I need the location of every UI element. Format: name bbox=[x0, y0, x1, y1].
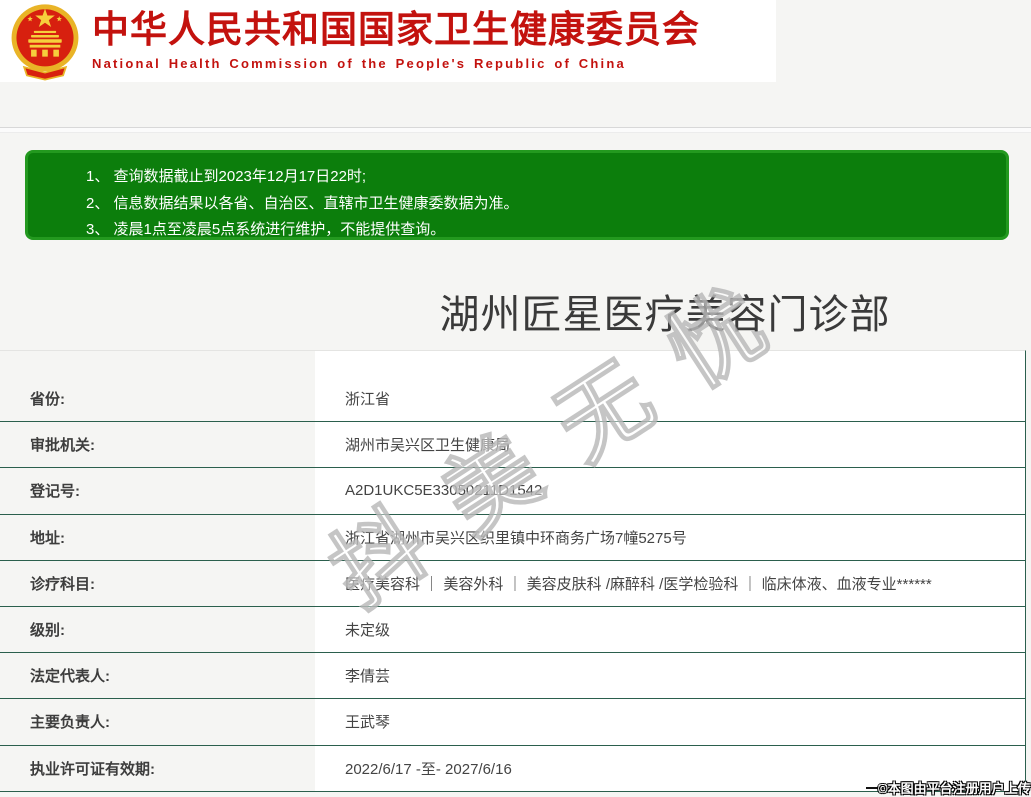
table-row-registration-number: 登记号: A2D1UKC5E33050211D1542 bbox=[0, 468, 1025, 515]
field-value: 李倩芸 bbox=[315, 653, 1025, 699]
field-label: 执业许可证有效期: bbox=[30, 760, 155, 778]
spacer-label-cell bbox=[0, 351, 315, 376]
table-row-license-validity: 执业许可证有效期: 2022/6/17 -至- 2027/6/16 bbox=[0, 745, 1025, 792]
table-row-address: 地址: 浙江省湖州市吴兴区织里镇中环商务广场7幢5275号 bbox=[0, 514, 1025, 561]
site-title-english: National Health Commission of the People… bbox=[92, 56, 626, 71]
site-title-chinese: 中华人民共和国国家卫生健康委员会 bbox=[92, 9, 700, 50]
notice-line-2: 2、 信息数据结果以各省、自治区、直辖市卫生健康委数据为准。 bbox=[86, 194, 519, 212]
field-value: 浙江省湖州市吴兴区织里镇中环商务广场7幢5275号 bbox=[315, 514, 1025, 560]
institution-info-table: 省份: 浙江省 审批机关: 湖州市吴兴区卫生健康局 登记号: A2D1UKC5E… bbox=[0, 350, 1026, 792]
table-row-medical-subjects: 诊疗科目: 医疗美容科 ｜ 美容外科 ｜ 美容皮肤科 /麻醉科 /医学检验科 ｜… bbox=[0, 560, 1025, 607]
field-value: 湖州市吴兴区卫生健康局 bbox=[315, 422, 1025, 468]
field-label: 诊疗科目: bbox=[30, 575, 95, 593]
institution-name-title: 湖州匠星医疗美容门诊部 bbox=[439, 293, 891, 337]
field-label: 地址: bbox=[30, 529, 65, 547]
banner-titles: 中华人民共和国国家卫生健康委员会 National Health Commiss… bbox=[92, 6, 700, 71]
field-label: 法定代表人: bbox=[30, 668, 110, 686]
field-label: 主要负责人: bbox=[30, 714, 110, 732]
spacer-value-cell bbox=[315, 351, 1025, 376]
table-row-legal-representative: 法定代表人: 李倩芸 bbox=[0, 653, 1025, 700]
field-label: 登记号: bbox=[30, 483, 80, 501]
notice-box: 1、 查询数据截止到2023年12月17日22时; 2、 信息数据结果以各省、自… bbox=[25, 150, 1009, 240]
table-row-person-in-charge: 主要负责人: 王武琴 bbox=[0, 699, 1025, 746]
header-divider bbox=[0, 127, 1031, 133]
notice-line-1: 1、 查询数据截止到2023年12月17日22时; bbox=[86, 168, 367, 185]
field-value: 医疗美容科 ｜ 美容外科 ｜ 美容皮肤科 /麻醉科 /医学检验科 ｜ 临床体液、… bbox=[315, 560, 1025, 606]
field-value: 王武琴 bbox=[315, 699, 1025, 745]
field-value: 未定级 bbox=[315, 606, 1025, 653]
table-row-level: 级别: 未定级 bbox=[0, 606, 1025, 654]
nhc-query-result-page: { "header": { "title_cn": "中华人民共和国国家卫生健康… bbox=[0, 0, 1031, 796]
field-label: 级别: bbox=[30, 622, 65, 640]
nhc-header-banner: 中华人民共和国国家卫生健康委员会 National Health Commiss… bbox=[0, 0, 776, 82]
field-value: 浙江省 bbox=[315, 376, 1025, 422]
notice-line-3: 3、 凌晨1点至凌晨5点系统进行维护，不能提供查询。 bbox=[86, 221, 446, 238]
field-value: A2D1UKC5E33050211D1542 bbox=[315, 468, 1025, 514]
credit-watermark: ©本图由平台注册用户上传 bbox=[878, 781, 1031, 796]
field-label: 审批机关: bbox=[30, 437, 95, 455]
table-row-province: 省份: 浙江省 bbox=[0, 376, 1025, 423]
table-spacer-row bbox=[0, 351, 1025, 376]
prc-national-emblem-icon bbox=[11, 4, 79, 81]
field-label: 省份: bbox=[30, 391, 65, 409]
table-row-approval-authority: 审批机关: 湖州市吴兴区卫生健康局 bbox=[0, 422, 1025, 469]
